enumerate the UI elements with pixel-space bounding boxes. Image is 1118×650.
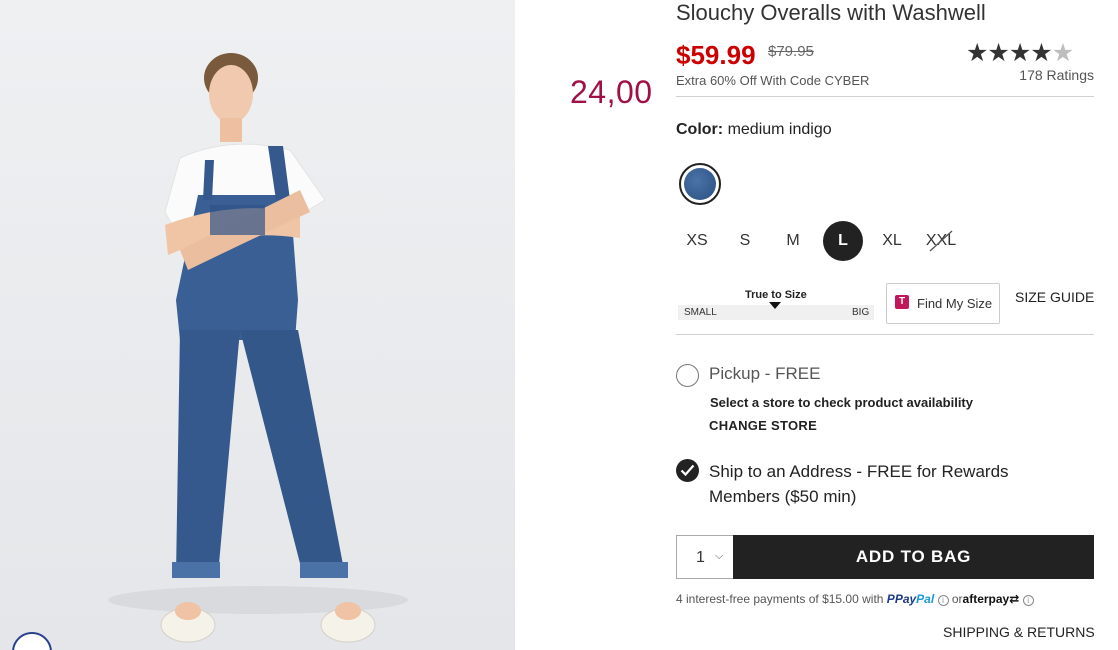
installments-text: 4 interest-free payments of $15.00 with xyxy=(676,592,884,606)
info-icon[interactable]: i xyxy=(937,595,949,606)
star-icon: ★ xyxy=(1008,39,1031,67)
promo-text: Extra 60% Off With Code CYBER xyxy=(676,73,870,88)
swatch-fill xyxy=(684,168,716,200)
ship-to-address-label[interactable]: Ship to an Address - FREE for Rewards Me… xyxy=(709,459,1049,509)
fit-small-label: SMALL xyxy=(684,307,717,318)
checkmark-icon xyxy=(680,464,695,477)
fit-big-label: BIG xyxy=(852,307,870,318)
rating-stars[interactable]: ★★★★★ xyxy=(966,38,1074,68)
color-label: Color: medium indigo xyxy=(676,121,832,139)
ship-radio-checked[interactable] xyxy=(676,459,699,482)
add-to-bag-button[interactable]: ADD TO BAG xyxy=(733,535,1094,579)
shipping-returns-link[interactable]: SHIPPING & RETURNS xyxy=(943,624,1095,640)
find-my-size-label: Find My Size xyxy=(917,296,993,311)
product-title: Slouchy Overalls with Washwell xyxy=(676,0,986,25)
sold-out-slash-icon xyxy=(929,230,953,252)
star-empty-icon: ★ xyxy=(1051,39,1074,67)
installments-info: 4 interest-free payments of $15.00 with … xyxy=(676,592,1034,606)
color-swatch-medium-indigo[interactable] xyxy=(679,163,721,205)
or-text: or xyxy=(951,592,963,606)
change-store-link[interactable]: CHANGE STORE xyxy=(709,418,817,433)
ratings-count[interactable]: 178 Ratings xyxy=(1000,67,1094,83)
pickup-label[interactable]: Pickup - FREE xyxy=(709,364,820,384)
afterpay-arrow-icon: ⇄ xyxy=(1009,592,1020,606)
divider xyxy=(676,96,1094,97)
star-icon: ★ xyxy=(1030,39,1052,67)
size-xxl[interactable]: XXL xyxy=(921,221,961,261)
quantity-value: 1 xyxy=(696,549,705,566)
fit-scale-title: True to Size xyxy=(745,289,807,301)
color-label-key: Color: xyxy=(676,121,724,138)
star-icon: ★ xyxy=(987,39,1009,67)
star-icon: ★ xyxy=(966,39,988,67)
truefit-logo-icon: T xyxy=(895,295,909,309)
info-icon[interactable]: i xyxy=(1022,595,1034,606)
size-xl[interactable]: XL xyxy=(872,221,912,261)
paypal-logo-icon: P xyxy=(886,592,895,606)
color-value: medium indigo xyxy=(727,121,832,138)
size-m[interactable]: M xyxy=(773,221,813,261)
original-price: $79.95 xyxy=(768,43,814,60)
paypal-wordmark-a: Pay xyxy=(894,592,917,606)
model-illustration xyxy=(108,53,408,643)
product-image[interactable] xyxy=(0,0,515,650)
fit-marker-icon xyxy=(769,302,781,309)
sale-price: $59.99 xyxy=(676,40,756,70)
size-guide-link[interactable]: SIZE GUIDE xyxy=(1015,289,1094,305)
afterpay-logo: afterpay xyxy=(962,592,1010,606)
size-s[interactable]: S xyxy=(725,221,765,261)
pickup-subtext: Select a store to check product availabi… xyxy=(710,395,973,410)
find-my-size-button[interactable]: T Find My Size xyxy=(886,283,1000,324)
size-xs[interactable]: XS xyxy=(677,221,717,261)
overlay-price: 24,00 xyxy=(570,74,653,110)
chevron-down-icon: ⌵ xyxy=(715,550,724,562)
quantity-select[interactable]: 1 ⌵ xyxy=(676,535,733,579)
size-l[interactable]: L xyxy=(823,221,863,261)
pickup-radio[interactable] xyxy=(676,364,699,387)
divider xyxy=(676,334,1094,335)
paypal-wordmark-b: Pal xyxy=(916,592,935,606)
